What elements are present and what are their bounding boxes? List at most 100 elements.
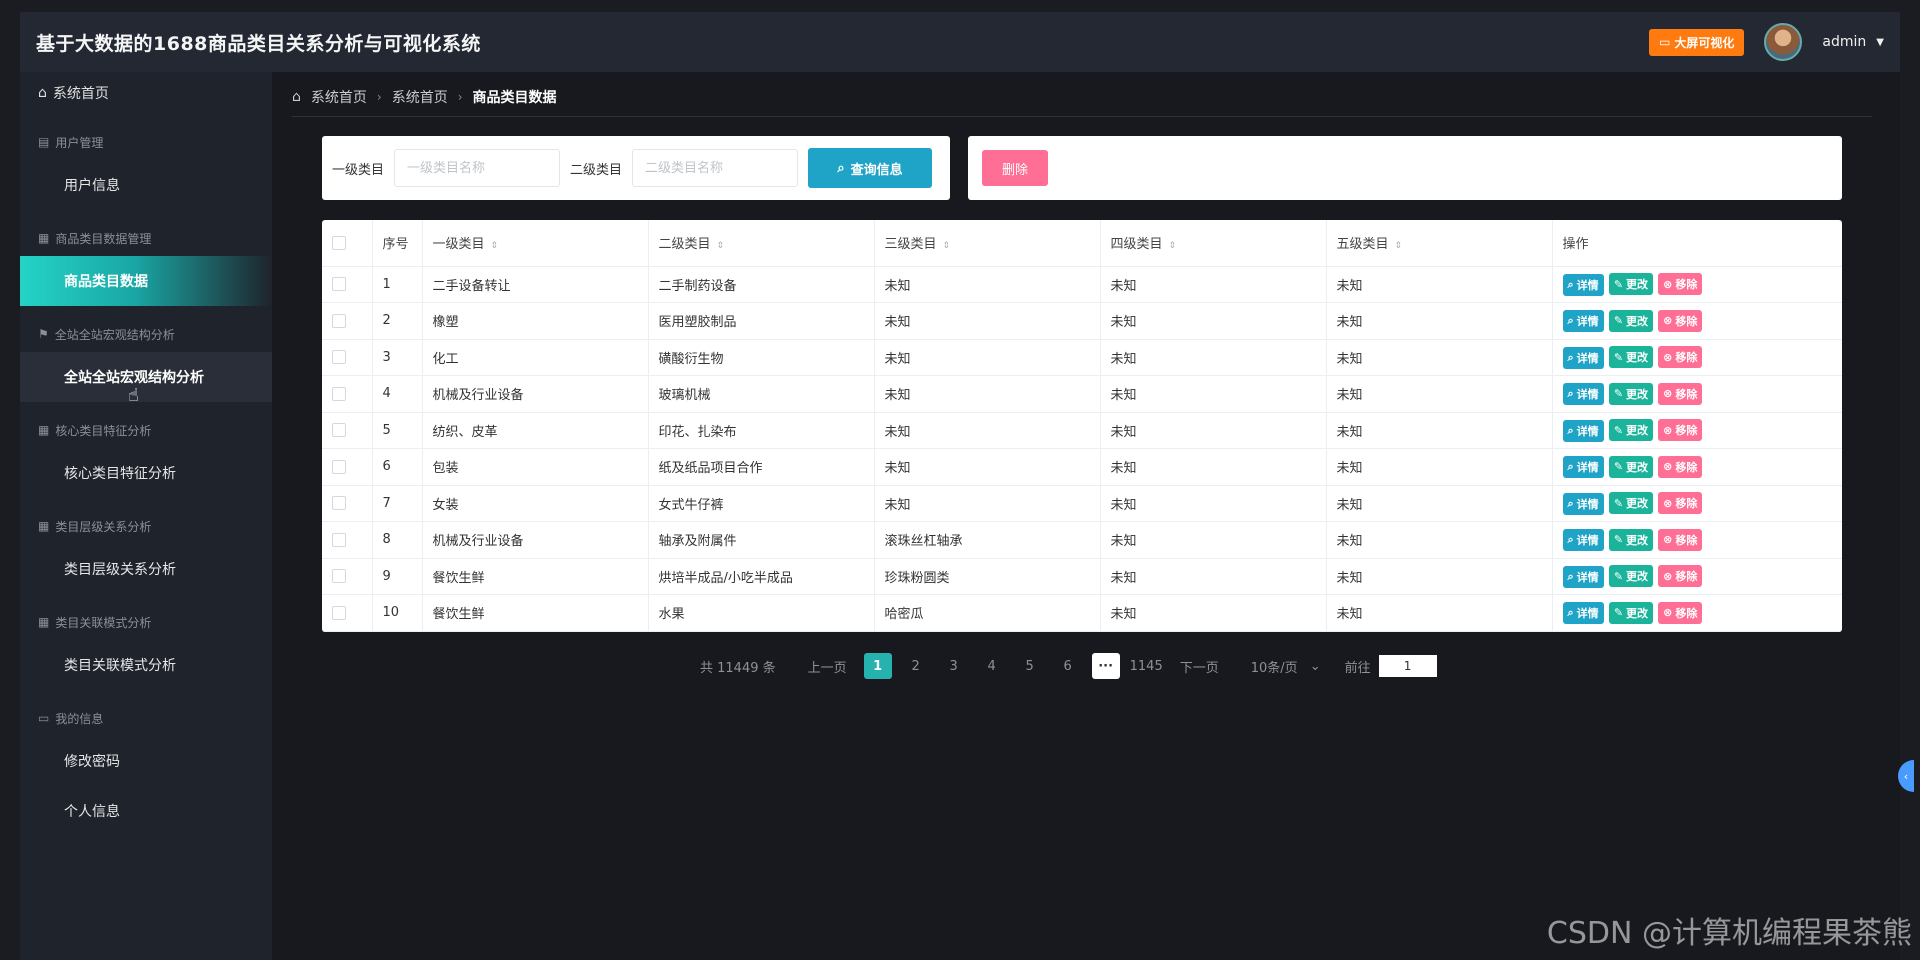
table-row[interactable]: 10 餐饮生鲜 水果 哈密瓜 未知 未知 ⌕ 详情 ✎ 更改 ⊗ 移除 (322, 594, 1842, 632)
row-checkbox[interactable] (332, 496, 346, 511)
table-row[interactable]: 9 餐饮生鲜 烘培半成品/小吃半成品 珍珠粉圆类 未知 未知 ⌕ 详情 ✎ 更改 ⊗ 移除 (322, 558, 1842, 595)
table-row[interactable]: 1 二手设备转让 二手制药设备 未知 未知 未知 ⌕ 详情 ✎ 更改 ⊗ 移除 (322, 266, 1842, 303)
remove-button[interactable]: ⊗ 移除 (1658, 273, 1703, 295)
bigscreen-button[interactable]: ▭ 大屏可视化 (1649, 28, 1745, 56)
sort-icon[interactable]: ⇕ (1395, 241, 1403, 251)
edit-button[interactable]: ✎ 更改 (1608, 601, 1654, 624)
remove-button[interactable]: ⊗ 移除 (1658, 309, 1703, 332)
edit-button[interactable]: ✎ 更改 (1608, 565, 1654, 587)
page-button[interactable]: 3 (940, 653, 968, 679)
edit-button[interactable]: ✎ 更改 (1608, 346, 1654, 368)
col-header-level2[interactable]: 二级类目 ⇕ (648, 220, 875, 267)
breadcrumb-item[interactable]: 系统首页 (311, 87, 367, 107)
select-all-checkbox[interactable] (332, 235, 346, 250)
col-header-level4[interactable]: 四级类目 ⇕ (1100, 220, 1327, 267)
goto-page-input[interactable] (1378, 655, 1437, 677)
sidebar-group-category-data[interactable]: ▦ 商品类目数据管理 (20, 220, 272, 256)
sort-icon[interactable]: ⇕ (1169, 241, 1177, 251)
detail-button[interactable]: ⌕ 详情 (1562, 565, 1604, 588)
prev-page-button[interactable]: 上一页 (808, 657, 847, 676)
page-button[interactable]: 5 (1016, 653, 1044, 679)
sidebar-item-core-category[interactable]: 核心类目特征分析 (20, 448, 272, 498)
sidebar-item-change-password[interactable]: 修改密码 (20, 736, 272, 786)
table-row[interactable]: 4 机械及行业设备 玻璃机械 未知 未知 未知 ⌕ 详情 ✎ 更改 ⊗ 移除 (322, 375, 1842, 413)
detail-button[interactable]: ⌕ 详情 (1562, 456, 1604, 478)
avatar[interactable] (1764, 23, 1803, 61)
level2-input[interactable] (632, 149, 799, 187)
remove-button[interactable]: ⊗ 移除 (1658, 419, 1703, 441)
page-button[interactable]: 4 (978, 653, 1006, 679)
sidebar-item-association[interactable]: 类目关联模式分析 (20, 640, 272, 690)
remove-button[interactable]: ⊗ 移除 (1658, 528, 1703, 551)
detail-button[interactable]: ⌕ 详情 (1562, 346, 1604, 369)
detail-button[interactable]: ⌕ 详情 (1562, 383, 1604, 405)
row-checkbox[interactable] (332, 313, 346, 328)
table-row[interactable]: 6 包装 纸及纸品项目合作 未知 未知 未知 ⌕ 详情 ✎ 更改 ⊗ 移除 (322, 448, 1842, 486)
row-checkbox[interactable] (332, 459, 346, 474)
row-checkbox[interactable] (332, 423, 346, 438)
detail-button[interactable]: ⌕ 详情 (1562, 529, 1604, 551)
page-button[interactable]: 2 (902, 653, 930, 679)
edit-button[interactable]: ✎ 更改 (1608, 528, 1654, 551)
edit-button[interactable]: ✎ 更改 (1608, 273, 1654, 295)
page-button[interactable]: 1145 (1130, 653, 1163, 679)
row-checkbox[interactable] (332, 277, 346, 292)
sidebar-group-association[interactable]: ▦ 类目关联模式分析 (20, 604, 272, 640)
remove-button[interactable]: ⊗ 移除 (1658, 565, 1703, 587)
remove-button[interactable]: ⊗ 移除 (1658, 601, 1703, 624)
sidebar-group-core-category[interactable]: ▦ 核心类目特征分析 (20, 412, 272, 448)
page-button[interactable]: 6 (1054, 653, 1082, 679)
breadcrumb-item[interactable]: 系统首页 (392, 87, 448, 107)
detail-button[interactable]: ⌕ 详情 (1562, 492, 1604, 515)
page-button[interactable]: 1 (863, 653, 892, 679)
table-row[interactable]: 3 化工 磺酸衍生物 未知 未知 未知 ⌕ 详情 ✎ 更改 ⊗ 移除 (322, 339, 1842, 376)
row-checkbox[interactable] (332, 605, 346, 620)
page-size-select[interactable]: 10条/页 ⌄ (1251, 657, 1321, 676)
col-header-level1[interactable]: 一级类目 ⇕ (422, 220, 649, 267)
user-menu[interactable]: admin ▼ (1822, 34, 1884, 50)
detail-button[interactable]: ⌕ 详情 (1562, 273, 1604, 296)
edit-button[interactable]: ✎ 更改 (1608, 309, 1654, 332)
sidebar-item-hierarchy[interactable]: 类目层级关系分析 (20, 544, 272, 594)
sidebar-item-user-info[interactable]: 用户信息 (20, 160, 272, 210)
col-header-level5[interactable]: 五级类目 ⇕ (1326, 220, 1553, 267)
edit-button[interactable]: ✎ 更改 (1608, 455, 1654, 478)
remove-button[interactable]: ⊗ 移除 (1658, 455, 1703, 478)
sort-icon[interactable]: ⇕ (717, 241, 725, 251)
edit-button[interactable]: ✎ 更改 (1608, 382, 1654, 405)
edit-button[interactable]: ✎ 更改 (1608, 492, 1654, 514)
sidebar-item-profile[interactable]: 个人信息 (20, 786, 272, 836)
col-header-level3[interactable]: 三级类目 ⇕ (874, 220, 1101, 267)
detail-button[interactable]: ⌕ 详情 (1562, 419, 1604, 442)
table-row[interactable]: 2 橡塑 医用塑胶制品 未知 未知 未知 ⌕ 详情 ✎ 更改 ⊗ 移除 (322, 302, 1842, 340)
collapse-tab-icon[interactable]: ‹ (1898, 760, 1914, 792)
next-page-button[interactable]: 下一页 (1180, 657, 1219, 676)
row-checkbox[interactable] (332, 350, 346, 365)
sidebar-group-user[interactable]: ▤ 用户管理 (20, 124, 272, 160)
table-row[interactable]: 5 纺织、皮革 印花、扎染布 未知 未知 未知 ⌕ 详情 ✎ 更改 ⊗ 移除 (322, 412, 1842, 449)
remove-button[interactable]: ⊗ 移除 (1658, 346, 1703, 368)
remove-button[interactable]: ⊗ 移除 (1658, 492, 1703, 514)
sidebar-item-category-data[interactable]: 商品类目数据 (20, 256, 272, 306)
level1-input[interactable] (394, 149, 561, 187)
detail-button[interactable]: ⌕ 详情 (1562, 310, 1604, 332)
row-checkbox[interactable] (332, 386, 346, 401)
sidebar-item-home[interactable]: ⌂ 系统首页 (20, 72, 272, 114)
row-checkbox[interactable] (332, 569, 346, 584)
remove-button[interactable]: ⊗ 移除 (1658, 382, 1703, 405)
sidebar-group-hierarchy[interactable]: ▦ 类目层级关系分析 (20, 508, 272, 544)
sort-icon[interactable]: ⇕ (943, 241, 951, 251)
table-row[interactable]: 7 女装 女式牛仔裤 未知 未知 未知 ⌕ 详情 ✎ 更改 ⊗ 移除 (322, 485, 1842, 522)
query-button[interactable]: ⌕ 查询信息 (808, 148, 933, 188)
detail-label: 详情 (1576, 315, 1599, 328)
sidebar-item-macro-structure[interactable]: 全站全站宏观结构分析 (20, 352, 272, 402)
more-pages-button[interactable]: ··· (1091, 653, 1120, 679)
sort-icon[interactable]: ⇕ (491, 241, 499, 251)
detail-button[interactable]: ⌕ 详情 (1562, 602, 1604, 624)
sidebar-group-my-info[interactable]: ▭ 我的信息 (20, 700, 272, 736)
sidebar-group-macro-structure[interactable]: ⚑ 全站全站宏观结构分析 (20, 316, 272, 352)
delete-button[interactable]: 删除 (982, 150, 1048, 186)
edit-button[interactable]: ✎ 更改 (1608, 419, 1654, 441)
row-checkbox[interactable] (332, 532, 346, 547)
table-row[interactable]: 8 机械及行业设备 轴承及附属件 滚珠丝杠轴承 未知 未知 ⌕ 详情 ✎ 更改 ⊗ 移除 (322, 521, 1842, 559)
